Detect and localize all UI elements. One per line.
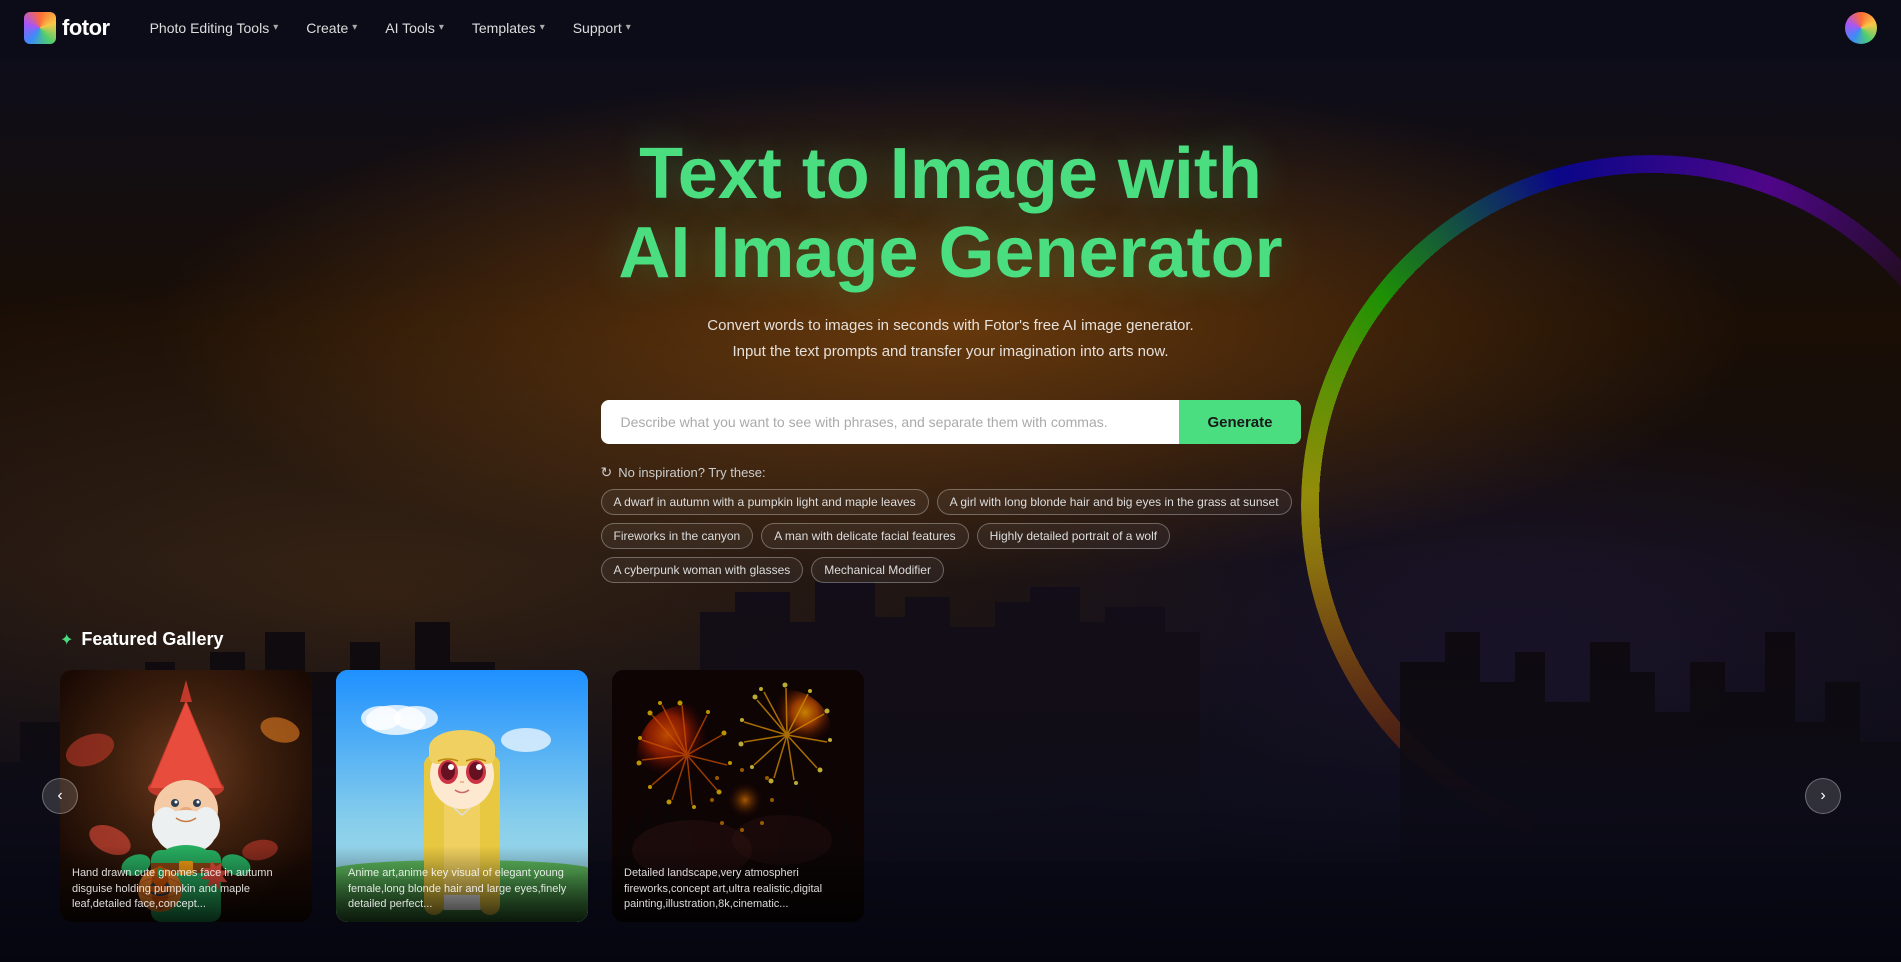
hero-section: Text to Image with AI Image Generator Co… bbox=[0, 55, 1901, 962]
hero-title-line2: AI Image Generator bbox=[618, 214, 1282, 293]
nav-item-ai-tools[interactable]: AI Tools ▾ bbox=[373, 14, 456, 42]
inspiration-label: ↻ No inspiration? Try these: bbox=[601, 464, 766, 481]
prompt-tag-5[interactable]: Highly detailed portrait of a wolf bbox=[977, 523, 1170, 549]
gallery-card-anime[interactable]: Anime art,anime key visual of elegant yo… bbox=[336, 670, 588, 922]
refresh-icon: ↻ bbox=[601, 464, 613, 481]
card-caption-fireworks: Detailed landscape,very atmospheri firew… bbox=[612, 846, 864, 922]
hero-title-line1: Text to Image with bbox=[618, 135, 1282, 214]
avatar[interactable] bbox=[1845, 12, 1877, 44]
chevron-down-icon: ▾ bbox=[273, 22, 278, 33]
prompt-tag-4[interactable]: A man with delicate facial features bbox=[761, 523, 968, 549]
logo[interactable]: fotor bbox=[24, 12, 110, 44]
nav-label-support: Support bbox=[573, 20, 622, 36]
gallery-next-button[interactable]: › bbox=[1805, 778, 1841, 814]
search-input[interactable] bbox=[601, 400, 1180, 444]
prompt-tags-row1: A dwarf in autumn with a pumpkin light a… bbox=[601, 489, 1292, 515]
hero-content: Text to Image with AI Image Generator Co… bbox=[401, 135, 1501, 619]
inspiration-row: ↻ No inspiration? Try these: A dwarf in … bbox=[601, 464, 1301, 515]
prompt-tag-2[interactable]: A girl with long blonde hair and big eye… bbox=[937, 489, 1292, 515]
card-caption-anime: Anime art,anime key visual of elegant yo… bbox=[336, 846, 588, 922]
prompt-tag-1[interactable]: A dwarf in autumn with a pumpkin light a… bbox=[601, 489, 929, 515]
logo-icon bbox=[24, 12, 56, 44]
nav-items: Photo Editing Tools ▾ Create ▾ AI Tools … bbox=[138, 14, 643, 42]
sparkle-icon: ✦ bbox=[60, 630, 73, 650]
chevron-down-icon: ▾ bbox=[626, 22, 631, 33]
prompt-tag-3[interactable]: Fireworks in the canyon bbox=[601, 523, 754, 549]
prompt-tag-6[interactable]: A cyberpunk woman with glasses bbox=[601, 557, 804, 583]
nav-item-support[interactable]: Support ▾ bbox=[561, 14, 643, 42]
hero-title: Text to Image with AI Image Generator bbox=[618, 135, 1282, 293]
gallery-wrapper: ‹ bbox=[60, 670, 1901, 922]
generate-button[interactable]: Generate bbox=[1179, 400, 1300, 444]
chevron-down-icon: ▾ bbox=[352, 22, 357, 33]
nav-label-templates: Templates bbox=[472, 20, 536, 36]
prompt-tags-row2: Fireworks in the canyon A man with delic… bbox=[601, 523, 1301, 583]
chevron-down-icon: ▾ bbox=[439, 22, 444, 33]
logo-text: fotor bbox=[62, 15, 110, 41]
gallery-card-gnome[interactable]: Hand drawn cute gnomes face in autumn di… bbox=[60, 670, 312, 922]
featured-title: Featured Gallery bbox=[81, 629, 223, 650]
prompt-tag-7[interactable]: Mechanical Modifier bbox=[811, 557, 944, 583]
nav-label-photo-editing-tools: Photo Editing Tools bbox=[150, 20, 270, 36]
card-caption-gnome: Hand drawn cute gnomes face in autumn di… bbox=[60, 846, 312, 922]
gallery-grid: Hand drawn cute gnomes face in autumn di… bbox=[60, 670, 864, 922]
nav-item-create[interactable]: Create ▾ bbox=[294, 14, 369, 42]
hero-subtitle: Convert words to images in seconds with … bbox=[701, 313, 1201, 364]
gallery-card-fireworks[interactable]: Detailed landscape,very atmospheri firew… bbox=[612, 670, 864, 922]
chevron-down-icon: ▾ bbox=[540, 22, 545, 33]
nav-item-photo-editing-tools[interactable]: Photo Editing Tools ▾ bbox=[138, 14, 291, 42]
nav-item-templates[interactable]: Templates ▾ bbox=[460, 14, 557, 42]
nav-label-ai-tools: AI Tools bbox=[385, 20, 435, 36]
featured-header: ✦ Featured Gallery bbox=[60, 629, 1901, 650]
search-container: Generate bbox=[601, 400, 1301, 444]
navbar: fotor Photo Editing Tools ▾ Create ▾ AI … bbox=[0, 0, 1901, 55]
featured-gallery-section: ✦ Featured Gallery ‹ bbox=[0, 629, 1901, 962]
nav-label-create: Create bbox=[306, 20, 348, 36]
